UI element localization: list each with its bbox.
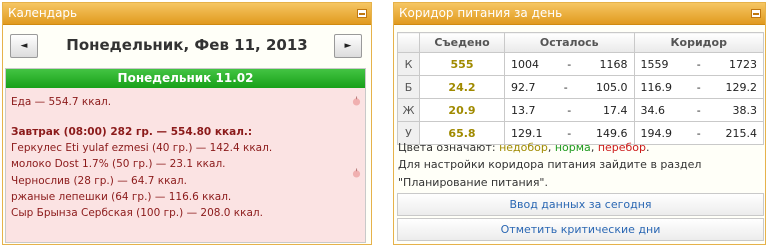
legend-over: перебор: [597, 141, 647, 154]
calendar-date-title: Понедельник, Фев 11, 2013: [66, 36, 308, 54]
apple-icon[interactable]: [352, 96, 361, 106]
eaten-value: 555: [419, 52, 505, 76]
table-header-row: Съедено Осталось Коридор: [397, 32, 764, 53]
range-min: 129.1: [511, 126, 543, 140]
mark-critical-days-button[interactable]: Отметить критические дни: [397, 218, 764, 241]
legend-norm: норма: [554, 141, 591, 154]
range-min: 34.6: [640, 103, 666, 117]
range-dash: -: [696, 126, 701, 140]
row-label: Ж: [397, 98, 420, 122]
range-max: 1723: [728, 57, 757, 71]
info-line: "Планирование питания".: [398, 176, 548, 189]
calendar-panel-title: Календарь: [8, 6, 78, 20]
corridor-panel: Коридор питания за день Съедено Осталось…: [393, 2, 766, 245]
food-total-line: Еда — 554.7 ккал.: [11, 96, 112, 108]
legend-sep: ,: [547, 141, 555, 154]
corridor-panel-header: Коридор питания за день: [394, 3, 765, 25]
range-dash: -: [563, 80, 568, 94]
table-header: Осталось: [504, 32, 635, 53]
range-dash: -: [696, 80, 701, 94]
day-header[interactable]: Понедельник 11.02: [6, 69, 365, 88]
food-item: Геркулес Eti yulaf ezmesi (40 гр.) — 142…: [11, 142, 273, 154]
range-dash: -: [696, 57, 701, 71]
color-legend: Цвета означают: недобор, норма, перебор.: [398, 141, 650, 154]
apple-icon[interactable]: [352, 168, 361, 178]
eaten-value: 24.2: [419, 75, 505, 99]
corridor-table: Съедено Осталось Коридор К 555 1004 - 1168…: [397, 32, 764, 145]
range-min: 1004: [511, 57, 539, 71]
range-min: 13.7: [511, 103, 536, 117]
table-row: К 555 1004 - 1168 1559 - 1723: [397, 52, 764, 76]
row-label: К: [397, 52, 420, 76]
prev-day-button[interactable]: ◄: [10, 34, 38, 58]
range-dash: -: [696, 103, 701, 117]
range-min: 1559: [640, 57, 669, 71]
corridor-range: 34.6 - 38.3: [633, 98, 764, 122]
range-dash: -: [567, 103, 572, 117]
left-range: 92.7 - 105.0: [504, 75, 635, 99]
calendar-panel-header: Календарь: [3, 3, 371, 25]
minimize-icon[interactable]: [357, 9, 367, 18]
legend-prefix: Цвета означают:: [398, 141, 500, 154]
corridor-range: 1559 - 1723: [633, 52, 764, 76]
table-row: Ж 20.9 13.7 - 17.4 34.6 - 38.3: [397, 98, 764, 122]
range-min: 116.9: [640, 80, 673, 94]
calendar-nav: ◄ Понедельник, Фев 11, 2013 ►: [3, 25, 371, 67]
legend-end: .: [646, 141, 650, 154]
corridor-panel-title: Коридор питания за день: [399, 6, 563, 20]
range-dash: -: [567, 126, 572, 140]
food-item: ржаные лепешки (64 гр.) — 116.6 ккал.: [11, 191, 232, 203]
legend-under: недобор: [499, 141, 548, 154]
table-row: Б 24.2 92.7 - 105.0 116.9 - 129.2: [397, 75, 764, 99]
range-max: 17.4: [602, 103, 628, 117]
row-label: Б: [397, 75, 420, 99]
range-max: 149.6: [595, 126, 628, 140]
range-max: 215.4: [725, 126, 757, 140]
day-entries-box: Понедельник 11.02 Еда — 554.7 ккал. Завт…: [5, 68, 366, 243]
enter-today-data-button[interactable]: Ввод данных за сегодня: [397, 193, 764, 216]
range-max: 38.3: [732, 103, 757, 117]
table-header: Коридор: [633, 32, 764, 53]
food-item: Чернослив (28 гр.) — 64.7 ккал.: [11, 175, 187, 187]
eaten-value: 20.9: [419, 98, 505, 122]
minimize-icon[interactable]: [751, 9, 761, 18]
range-max: 1168: [599, 57, 628, 71]
next-day-button[interactable]: ►: [334, 34, 362, 58]
table-header: [397, 32, 420, 53]
range-max: 129.2: [725, 80, 757, 94]
corridor-range: 194.9 - 215.4: [633, 121, 764, 145]
breakfast-line: Завтрак (08:00) 282 гр. — 554.80 ккал.:: [11, 126, 253, 138]
range-min: 194.9: [640, 126, 673, 140]
food-item: Сыр Брынза Сербская (100 гр.) — 208.0 кк…: [11, 207, 263, 219]
range-dash: -: [567, 57, 572, 71]
legend-sep: ,: [590, 141, 598, 154]
info-line: Для настройки коридора питания зайдите в…: [398, 158, 702, 171]
corridor-range: 116.9 - 129.2: [633, 75, 764, 99]
table-header: Съедено: [419, 32, 505, 53]
range-max: 105.0: [595, 80, 628, 94]
left-range: 1004 - 1168: [504, 52, 635, 76]
left-range: 13.7 - 17.4: [504, 98, 635, 122]
food-item: молоко Dost 1.7% (50 гр.) — 23.1 ккал.: [11, 158, 226, 170]
range-min: 92.7: [511, 80, 536, 94]
